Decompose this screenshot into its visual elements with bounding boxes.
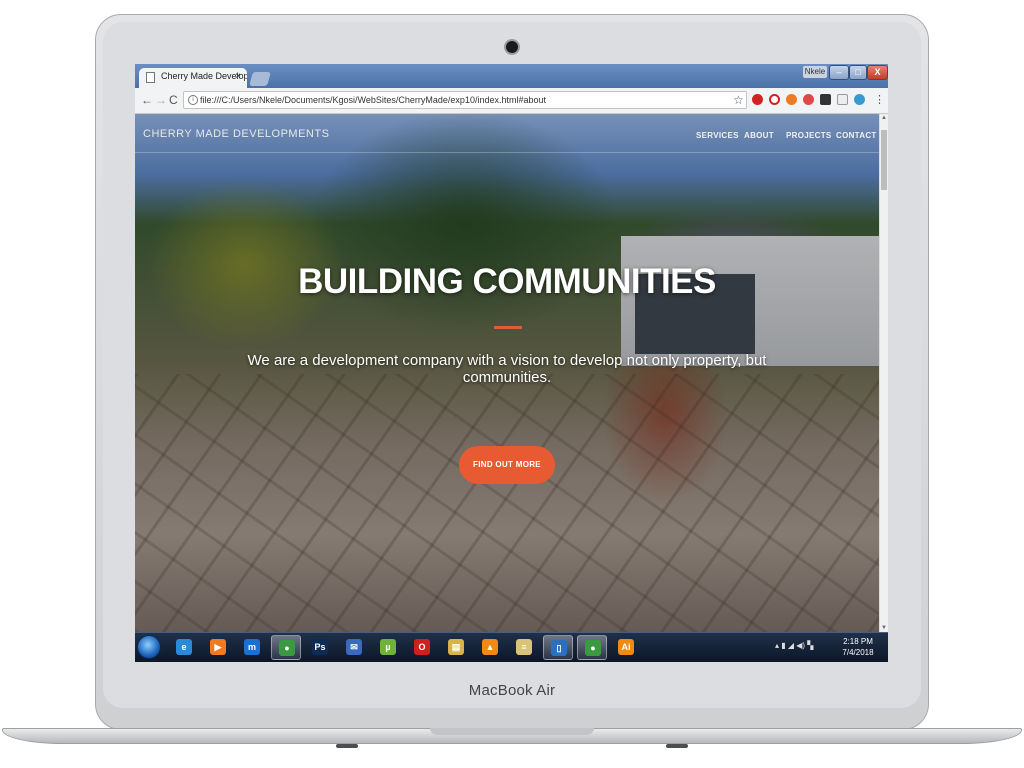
taskbar-clock[interactable]: 2:18 PM 7/4/2018 xyxy=(835,636,881,658)
gmail-icon[interactable] xyxy=(837,94,848,105)
taskbar-item[interactable]: Ai xyxy=(611,635,641,660)
opera-icon: O xyxy=(414,639,430,655)
folder-icon: ▤ xyxy=(448,639,464,655)
find-out-more-button[interactable]: FIND OUT MORE xyxy=(459,446,555,484)
thunderbird-icon: ✉ xyxy=(346,639,362,655)
profile-button[interactable]: Nkele xyxy=(803,66,827,78)
scrollbar-thumb[interactable] xyxy=(881,130,887,190)
menu-icon[interactable]: ⋮ xyxy=(874,93,885,106)
hero-divider xyxy=(494,326,522,329)
site-brand[interactable]: CHERRY MADE DEVELOPMENTS xyxy=(143,128,329,140)
browser-titlebar: Cherry Made Developme × Nkele – □ X xyxy=(135,64,888,88)
clock-date: 7/4/2018 xyxy=(842,648,874,657)
close-window-button[interactable]: X xyxy=(867,65,888,80)
scroll-down-icon[interactable]: ▼ xyxy=(881,625,887,631)
site-navbar: CHERRY MADE DEVELOPMENTS SERVICES ABOUT … xyxy=(135,114,879,153)
maximize-button[interactable]: □ xyxy=(849,65,867,80)
notes-icon: ≡ xyxy=(516,639,532,655)
screen: Cherry Made Developme × Nkele – □ X ← → … xyxy=(135,64,888,662)
back-button[interactable]: ← xyxy=(141,93,153,107)
camera-icon xyxy=(506,41,518,53)
taskbar-item[interactable]: e xyxy=(169,635,199,660)
info-icon[interactable]: i xyxy=(188,95,198,105)
taskbar-item[interactable]: µ xyxy=(373,635,403,660)
taskbar-item[interactable]: ● xyxy=(271,635,301,660)
page-scrollbar[interactable]: ▲ ▼ xyxy=(879,114,888,632)
bookmark-star-icon[interactable]: ☆ xyxy=(733,93,744,107)
taskbar-item[interactable]: m xyxy=(237,635,267,660)
extension-icon[interactable] xyxy=(820,94,831,105)
web-page: CHERRY MADE DEVELOPMENTS SERVICES ABOUT … xyxy=(135,114,879,632)
address-text: file:///C:/Users/Nkele/Documents/Kgosi/W… xyxy=(200,95,546,105)
photoshop-icon: Ps xyxy=(312,639,328,655)
taskbar-item[interactable]: ● xyxy=(577,635,607,660)
taskbar-item[interactable]: ▤ xyxy=(441,635,471,660)
opera-icon[interactable] xyxy=(769,94,780,105)
browser-toolbar: ← → C i file:///C:/Users/Nkele/Documents… xyxy=(135,88,888,114)
utorrent-icon: µ xyxy=(380,639,396,655)
clock-time: 2:18 PM xyxy=(843,637,873,646)
taskbar-item[interactable]: ▯ xyxy=(543,635,573,660)
honey-icon[interactable] xyxy=(786,94,797,105)
browser-tab[interactable]: Cherry Made Developme × xyxy=(139,68,247,88)
maxthon-icon: m xyxy=(244,639,260,655)
hero-subtitle: We are a development company with a visi… xyxy=(247,352,767,386)
start-button[interactable] xyxy=(137,635,161,659)
address-bar[interactable]: i file:///C:/Users/Nkele/Documents/Kgosi… xyxy=(183,91,747,109)
nav-link-services[interactable]: SERVICES xyxy=(696,131,739,140)
taskbar-item[interactable]: O xyxy=(407,635,437,660)
internet-explorer-icon: e xyxy=(176,639,192,655)
taskbar-item[interactable]: ≡ xyxy=(509,635,539,660)
minimize-button[interactable]: – xyxy=(829,65,849,80)
vlc-icon: ▲ xyxy=(482,639,498,655)
nav-link-projects[interactable]: PROJECTS xyxy=(786,131,832,140)
hero-title: BUILDING COMMUNITIES xyxy=(298,262,716,301)
windows-taskbar: e ▶ m ● Ps ✉ µ O ▤ ▲ ≡ ▯ ● Ai ▴ ▮ ◢ ◀) ▚ 2:18 PM 7/4/… xyxy=(135,632,888,662)
media-player-icon: ▶ xyxy=(210,639,226,655)
taskbar-item[interactable]: ▲ xyxy=(475,635,505,660)
tablet-icon: ▯ xyxy=(551,640,567,656)
pocket-icon[interactable] xyxy=(803,94,814,105)
scroll-up-icon[interactable]: ▲ xyxy=(881,115,887,121)
taskbar-item[interactable]: Ps xyxy=(305,635,335,660)
taskbar-item[interactable]: ✉ xyxy=(339,635,369,660)
system-tray[interactable]: ▴ ▮ ◢ ◀) ▚ xyxy=(775,641,813,650)
page-icon xyxy=(146,72,155,83)
illustrator-icon: Ai xyxy=(618,639,634,655)
laptop-foot xyxy=(666,744,688,748)
device-brand-label: MacBook Air xyxy=(468,682,556,699)
chrome-icon: ● xyxy=(279,640,295,656)
chrome-icon[interactable] xyxy=(854,94,865,105)
tab-title: Cherry Made Developme xyxy=(161,71,247,81)
laptop-notch xyxy=(430,728,594,735)
forward-button[interactable]: → xyxy=(155,93,167,107)
chrome-icon: ● xyxy=(585,640,601,656)
nav-link-about[interactable]: ABOUT xyxy=(744,131,774,140)
nav-link-contact[interactable]: CONTACT xyxy=(836,131,877,140)
taskbar-item[interactable]: ▶ xyxy=(203,635,233,660)
adblock-icon[interactable] xyxy=(752,94,763,105)
laptop-foot xyxy=(336,744,358,748)
new-tab-button[interactable] xyxy=(249,72,271,86)
close-tab-icon[interactable]: × xyxy=(235,71,241,82)
reload-button[interactable]: C xyxy=(169,93,178,107)
